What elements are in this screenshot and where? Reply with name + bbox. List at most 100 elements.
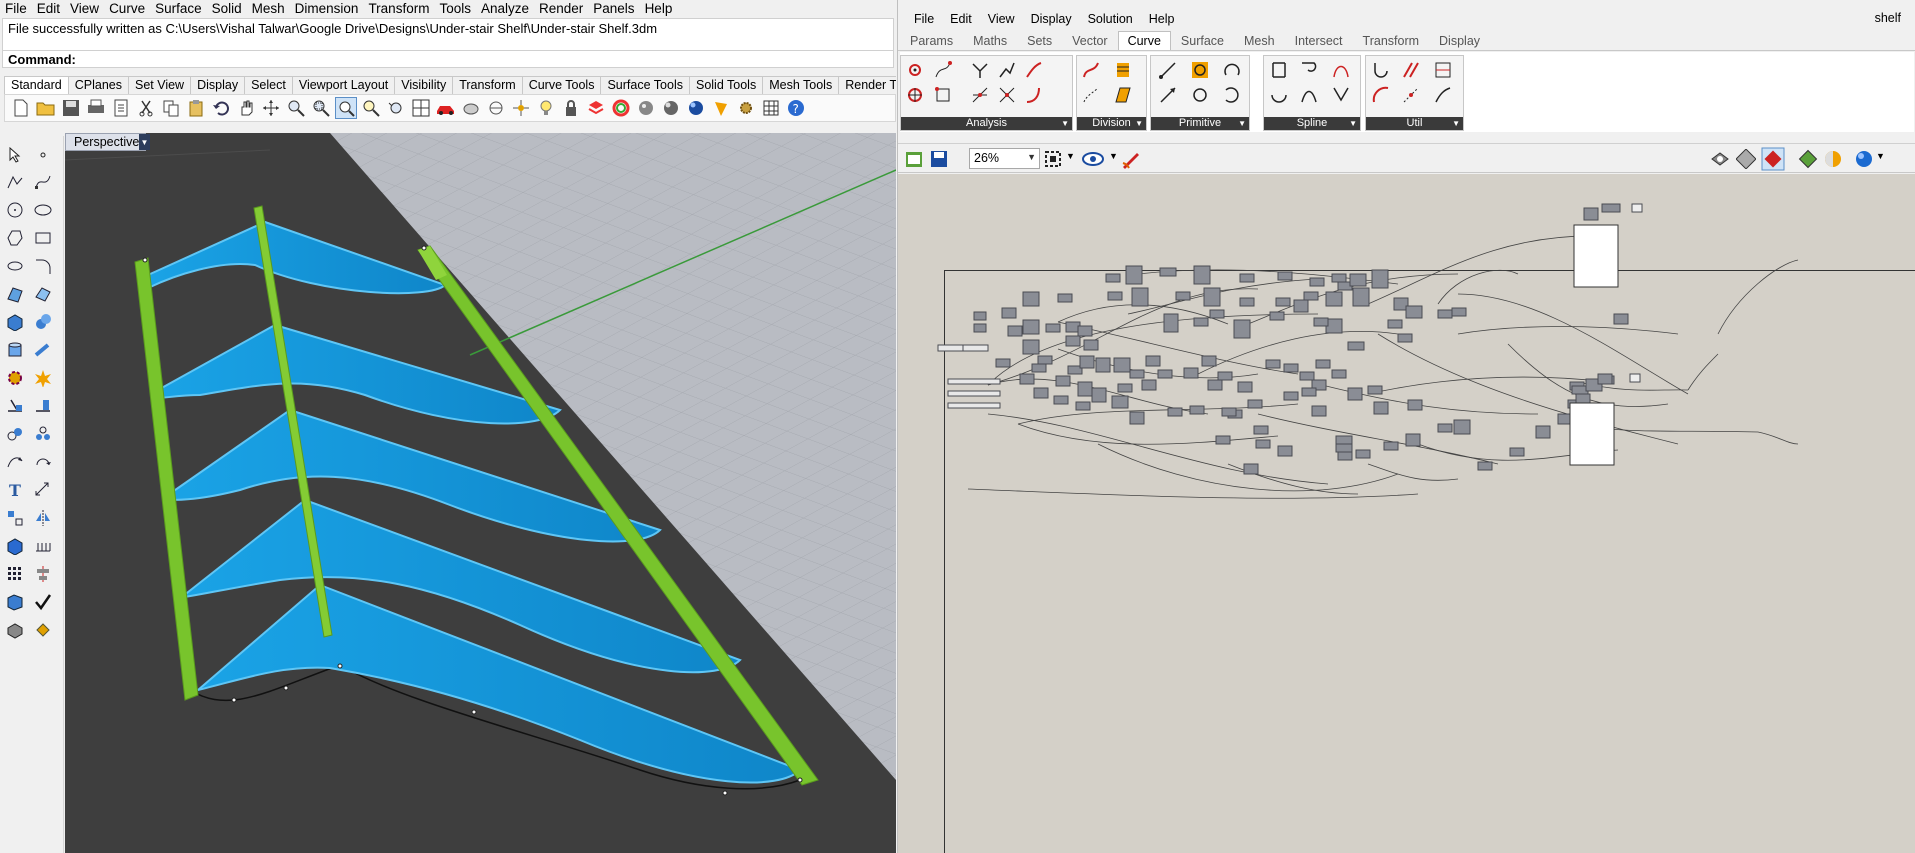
menu-curve[interactable]: Curve — [104, 0, 150, 17]
gh-tab-curve[interactable]: Curve — [1117, 31, 1171, 50]
split-icon[interactable] — [4, 395, 26, 417]
mesh-icon[interactable] — [4, 619, 26, 641]
gh-tab-transform[interactable]: Transform — [1353, 31, 1430, 50]
polyline-icon[interactable] — [1332, 86, 1350, 104]
gh-canvas[interactable] — [898, 174, 1915, 853]
gh-tab-surface[interactable]: Surface — [1171, 31, 1234, 50]
menu-help[interactable]: Help — [640, 0, 678, 17]
undo-icon[interactable] — [210, 97, 232, 119]
control-points-icon[interactable] — [906, 61, 924, 79]
zoom-icon[interactable] — [285, 97, 307, 119]
zoom-dropdown[interactable]: 26% ▼ — [969, 148, 1040, 169]
hatch-icon[interactable] — [32, 535, 54, 557]
trim-icon[interactable] — [32, 395, 54, 417]
mirror-icon[interactable] — [32, 507, 54, 529]
circle-icon[interactable] — [1191, 86, 1209, 104]
check-icon[interactable] — [32, 591, 54, 613]
menu-surface[interactable]: Surface — [150, 0, 207, 17]
join-curves-icon[interactable] — [1402, 61, 1420, 79]
bounding-box-icon[interactable] — [934, 86, 952, 104]
move-icon[interactable] — [4, 451, 26, 473]
curve-length-icon[interactable] — [1025, 61, 1043, 79]
open-folder-icon[interactable] — [35, 97, 57, 119]
nurbs-curve-icon[interactable] — [1300, 61, 1318, 79]
open-file-icon[interactable] — [904, 149, 924, 169]
menu-panels[interactable]: Panels — [588, 0, 639, 17]
circle-cnr-icon[interactable] — [1191, 61, 1209, 79]
seam-icon[interactable] — [1434, 61, 1452, 79]
zoom-extents-icon[interactable] — [335, 97, 357, 119]
tab-set-view[interactable]: Set View — [127, 76, 192, 94]
copy-icon[interactable] — [160, 97, 182, 119]
shaded-preview-icon[interactable] — [1736, 149, 1756, 169]
gh-tab-mesh[interactable]: Mesh — [1234, 31, 1285, 50]
render-icon[interactable] — [710, 97, 732, 119]
fillet-icon[interactable] — [1372, 86, 1390, 104]
layer-icon[interactable] — [585, 97, 607, 119]
curvature-icon[interactable] — [998, 86, 1016, 104]
perspective-viewport[interactable] — [65, 133, 896, 853]
divide-length-icon[interactable] — [1082, 86, 1100, 104]
panel-expand-icon[interactable]: ▼ — [1452, 117, 1460, 130]
curve-frame-icon[interactable] — [971, 86, 989, 104]
new-file-icon[interactable] — [10, 97, 32, 119]
menu-edit[interactable]: Edit — [32, 0, 65, 17]
gh-menu-help[interactable]: Help — [1141, 12, 1183, 26]
zoom-extents-icon[interactable] — [1044, 150, 1064, 168]
gh-panel-label-division[interactable]: Division ▼ — [1077, 117, 1146, 130]
block-icon[interactable] — [4, 535, 26, 557]
selected-preview-icon[interactable] — [1761, 147, 1785, 171]
viewport-title-tab[interactable]: Perspective — [65, 133, 147, 151]
gh-menu-edit[interactable]: Edit — [942, 12, 980, 26]
lock-icon[interactable] — [560, 97, 582, 119]
paste-icon[interactable] — [185, 97, 207, 119]
car-icon[interactable] — [435, 97, 457, 119]
gh-tab-display[interactable]: Display — [1429, 31, 1490, 50]
four-viewports-icon[interactable] — [410, 97, 432, 119]
paint-bucket-icon[interactable] — [32, 619, 54, 641]
pipe-icon[interactable] — [32, 339, 54, 361]
gh-tab-vector[interactable]: Vector — [1062, 31, 1117, 50]
curve-cv-icon[interactable] — [32, 171, 54, 193]
extrude-surface-icon[interactable] — [32, 283, 54, 305]
circle-icon[interactable] — [4, 199, 26, 221]
document-preview-icon[interactable] — [1798, 149, 1818, 169]
curve-side-icon[interactable] — [1025, 86, 1043, 104]
interpolate-icon[interactable] — [1270, 61, 1288, 79]
gh-menu-file[interactable]: File — [906, 12, 942, 26]
render-preview-dropdown-icon[interactable]: ▼ — [1876, 151, 1885, 161]
kinky-curve-icon[interactable] — [1332, 61, 1350, 79]
tab-select[interactable]: Select — [244, 76, 293, 94]
menu-dimension[interactable]: Dimension — [290, 0, 364, 17]
evaluate-curve-icon[interactable] — [906, 86, 924, 104]
grid-settings-icon[interactable] — [760, 97, 782, 119]
menu-render[interactable]: Render — [534, 0, 588, 17]
gh-panel-label-analysis[interactable]: Analysis ▼ — [901, 117, 1072, 130]
preview-dropdown-icon[interactable]: ▼ — [1109, 151, 1118, 161]
offset-curve-icon[interactable] — [1372, 61, 1390, 79]
zoom-extents-dropdown-icon[interactable]: ▼ — [1066, 151, 1075, 161]
gh-tab-sets[interactable]: Sets — [1017, 31, 1062, 50]
cut-icon[interactable] — [135, 97, 157, 119]
menu-file[interactable]: File — [0, 0, 32, 17]
sphere-icon[interactable] — [32, 311, 54, 333]
extend-curve-icon[interactable] — [1434, 86, 1452, 104]
viewport-menu-arrow-icon[interactable]: ▼ — [139, 134, 150, 150]
end-points-icon[interactable] — [971, 61, 989, 79]
panel-expand-icon[interactable]: ▼ — [1135, 117, 1143, 130]
menu-analyze[interactable]: Analyze — [476, 0, 534, 17]
pan-hand-icon[interactable] — [235, 97, 257, 119]
rendered-sphere-icon[interactable] — [685, 97, 707, 119]
select-arrow-icon[interactable] — [4, 144, 26, 166]
sketch-pen-icon[interactable] — [1120, 149, 1142, 169]
help-icon[interactable]: ? — [785, 97, 807, 119]
points-icon[interactable] — [510, 97, 532, 119]
gh-tab-params[interactable]: Params — [900, 31, 963, 50]
print-icon[interactable] — [85, 97, 107, 119]
shatter-icon[interactable] — [1114, 86, 1132, 104]
tab-cplanes[interactable]: CPlanes — [67, 76, 129, 94]
polyarc-icon[interactable] — [1270, 86, 1288, 104]
polygon-icon[interactable] — [4, 227, 26, 249]
zoom-selected-icon[interactable] — [360, 97, 382, 119]
page-setup-icon[interactable] — [110, 97, 132, 119]
